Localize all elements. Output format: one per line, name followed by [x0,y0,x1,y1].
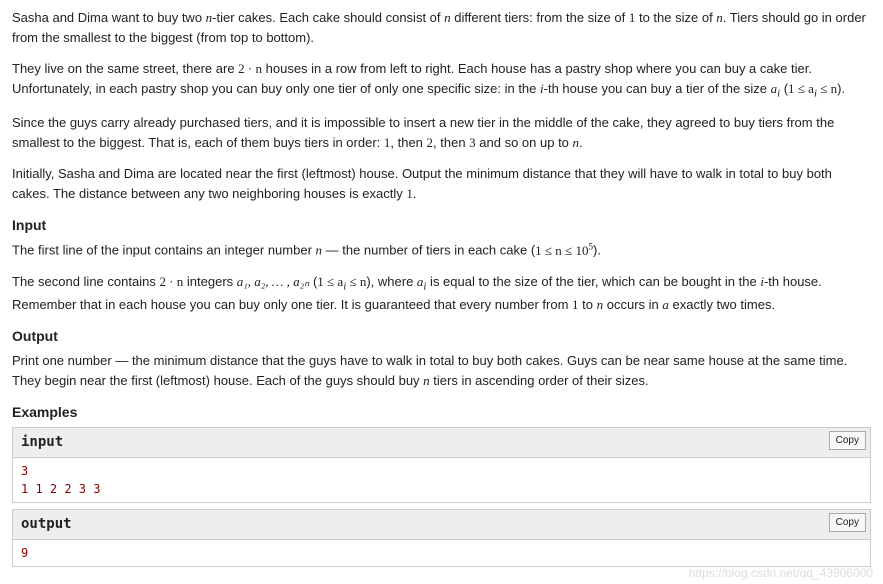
copy-button[interactable]: Copy [829,431,866,450]
paragraph-3: Since the guys carry already purchased t… [12,113,871,152]
example-input-label: input [21,434,63,450]
copy-button[interactable]: Copy [829,513,866,532]
paragraph-1: Sasha and Dima want to buy two n-tier ca… [12,8,871,47]
example-output-label: output [21,516,72,532]
input-section-title: Input [12,215,871,236]
example-input-box: input Copy 3 1 1 2 2 3 3 [12,427,871,503]
example-output-box: output Copy 9 [12,509,871,567]
output-section-title: Output [12,326,871,347]
output-desc-1: Print one number — the minimum distance … [12,351,871,390]
example-input-header: input Copy [13,428,870,458]
paragraph-4: Initially, Sasha and Dima are located ne… [12,164,871,203]
example-input-data: 3 1 1 2 2 3 3 [13,458,870,502]
watermark: https://blog.csdn.net/qq_43906000 [689,564,873,582]
input-desc-2: The second line contains 2 · n integers … [12,272,871,314]
examples-section-title: Examples [12,402,871,423]
example-output-header: output Copy [13,510,870,540]
example-output-data: 9 [13,540,870,566]
input-desc-1: The first line of the input contains an … [12,240,871,260]
paragraph-2: They live on the same street, there are … [12,59,871,101]
